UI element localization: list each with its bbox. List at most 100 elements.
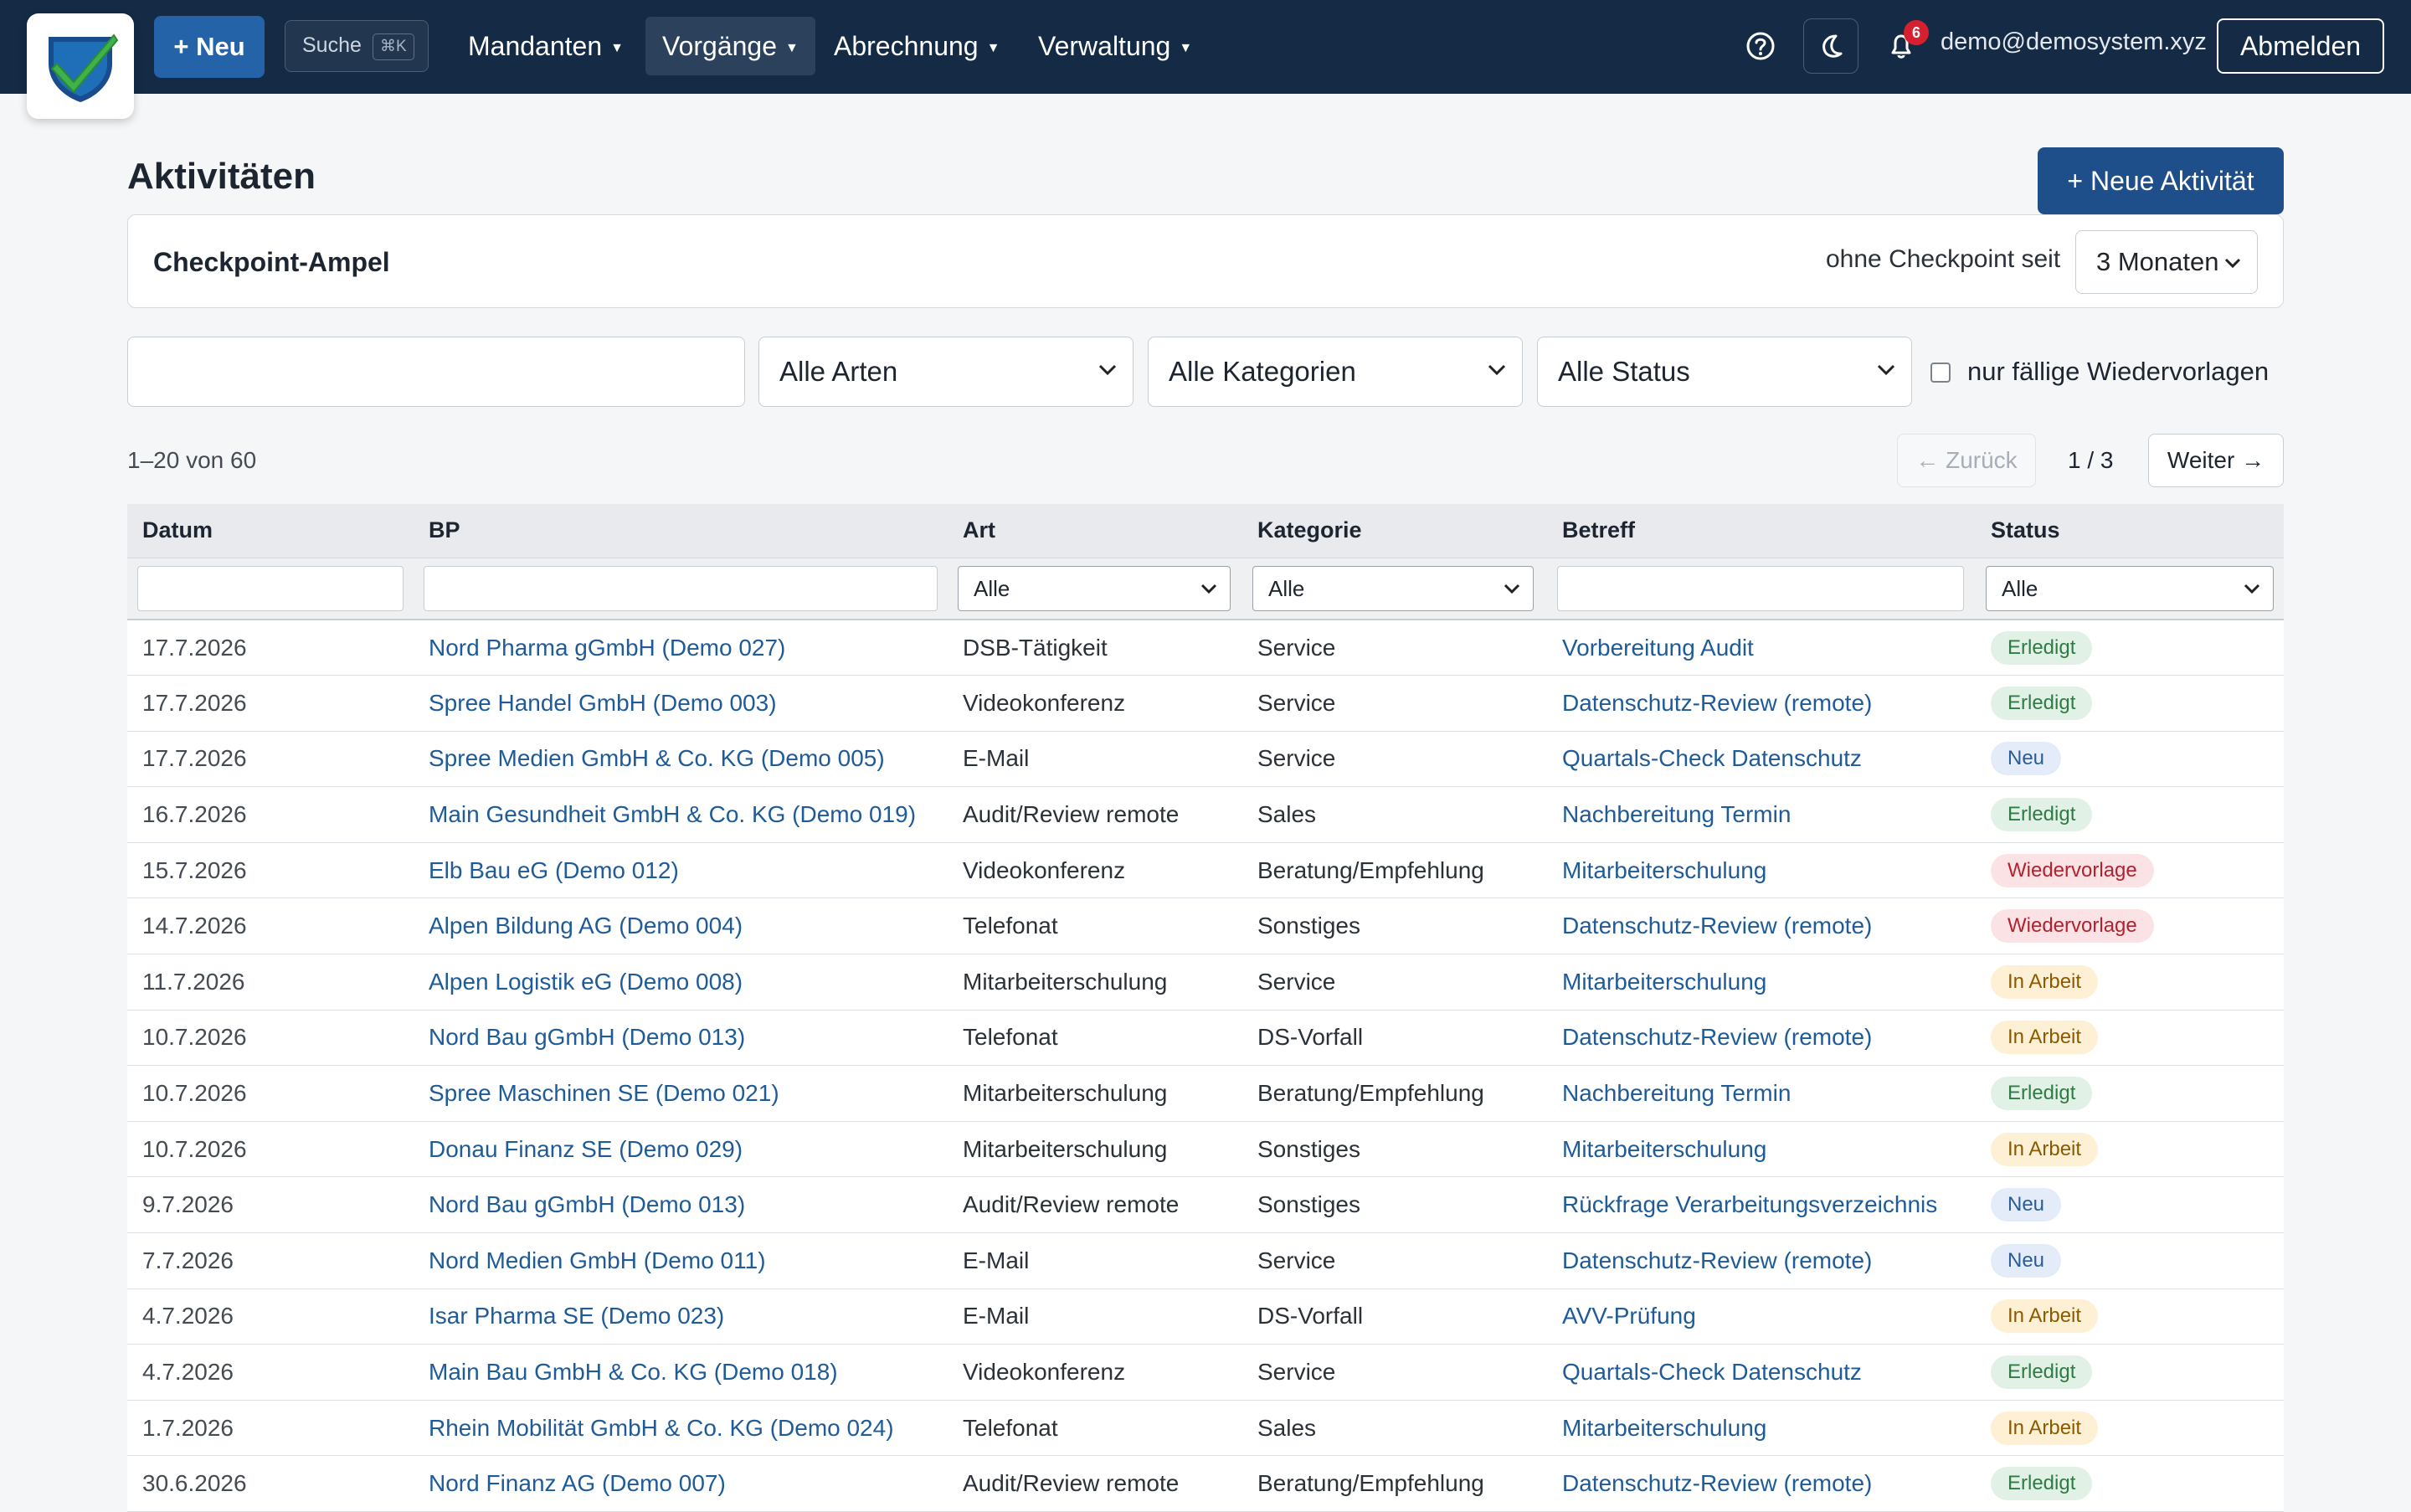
notifications-button[interactable]: 6	[1874, 18, 1929, 74]
due-followups-filter[interactable]: nur fällige Wiedervorlagen	[1930, 357, 2269, 387]
table-row[interactable]: 4.7.2026 Isar Pharma SE (Demo 023) E-Mai…	[127, 1288, 2284, 1345]
search-shortcut-hint: ⌘K	[373, 33, 414, 60]
table-row[interactable]: 1.7.2026 Rhein Mobilität GmbH & Co. KG (…	[127, 1400, 2284, 1456]
nav-vorgaenge[interactable]: Vorgänge ▼	[645, 17, 815, 75]
cell-bp-link[interactable]: Nord Bau gGmbH (Demo 013)	[414, 1010, 948, 1066]
table-row[interactable]: 17.7.2026 Spree Medien GmbH & Co. KG (De…	[127, 731, 2284, 787]
kategorie-filter-value: Alle Kategorien	[1169, 356, 1356, 387]
search-button[interactable]: Suche ⌘K	[285, 20, 429, 72]
table-row[interactable]: 15.7.2026 Elb Bau eG (Demo 012) Videokon…	[127, 842, 2284, 898]
table-row[interactable]: 17.7.2026 Spree Handel GmbH (Demo 003) V…	[127, 675, 2284, 732]
cell-bp-link[interactable]: Elb Bau eG (Demo 012)	[414, 842, 948, 898]
nav-abrechnung[interactable]: Abrechnung ▼	[817, 17, 1016, 75]
cell-bp-link[interactable]: Nord Bau gGmbH (Demo 013)	[414, 1177, 948, 1233]
cell-betreff-link[interactable]: Mitarbeiterschulung	[1547, 954, 1976, 1011]
cell-art: Mitarbeiterschulung	[963, 968, 1168, 995]
kategorie-column-filter-value: Alle	[1268, 575, 1305, 601]
col-header-bp[interactable]: BP	[414, 504, 948, 558]
cell-betreff-link[interactable]: Nachbereitung Termin	[1547, 787, 1976, 843]
search-filter-input[interactable]	[127, 337, 745, 407]
cell-bp-link[interactable]: Rhein Mobilität GmbH & Co. KG (Demo 024)	[414, 1400, 948, 1456]
art-filter-select[interactable]: Alle Arten	[758, 337, 1134, 407]
status-badge: In Arbeit	[1991, 1021, 2099, 1055]
nav-verwaltung[interactable]: Verwaltung ▼	[1021, 17, 1209, 75]
cell-bp-link[interactable]: Nord Pharma gGmbH (Demo 027)	[414, 620, 948, 676]
ampel-period-select[interactable]: 3 Monaten	[2075, 230, 2258, 294]
cell-betreff-link[interactable]: Vorbereitung Audit	[1547, 620, 1976, 676]
cell-betreff-link[interactable]: Datenschutz-Review (remote)	[1547, 1233, 1976, 1289]
cell-bp-link[interactable]: Isar Pharma SE (Demo 023)	[414, 1288, 948, 1345]
cell-bp-link[interactable]: Spree Maschinen SE (Demo 021)	[414, 1066, 948, 1122]
cell-betreff-link[interactable]: Rückfrage Verarbeitungsverzeichnis	[1547, 1177, 1976, 1233]
activities-table: Datum BP Art Kategorie Betreff Status Al…	[127, 504, 2284, 1512]
new-activity-button[interactable]: + Neue Aktivität	[2038, 147, 2284, 214]
cell-betreff-link[interactable]: Nachbereitung Termin	[1547, 1066, 1976, 1122]
cell-kategorie: Service	[1257, 1247, 1336, 1273]
table-row[interactable]: 9.7.2026 Nord Bau gGmbH (Demo 013) Audit…	[127, 1176, 2284, 1233]
table-row[interactable]: 16.7.2026 Main Gesundheit GmbH & Co. KG …	[127, 786, 2284, 843]
col-header-art[interactable]: Art	[948, 504, 1242, 558]
due-followups-checkbox[interactable]	[1930, 363, 1951, 383]
cell-betreff-link[interactable]: Mitarbeiterschulung	[1547, 842, 1976, 898]
col-header-kategorie[interactable]: Kategorie	[1242, 504, 1547, 558]
table-row[interactable]: 4.7.2026 Main Bau GmbH & Co. KG (Demo 01…	[127, 1344, 2284, 1401]
cell-bp-link[interactable]: Main Gesundheit GmbH & Co. KG (Demo 019)	[414, 787, 948, 843]
cell-bp-link[interactable]: Main Bau GmbH & Co. KG (Demo 018)	[414, 1345, 948, 1401]
col-header-betreff[interactable]: Betreff	[1547, 504, 1976, 558]
betreff-column-filter[interactable]	[1557, 565, 1964, 611]
kategorie-column-filter[interactable]: Alle	[1252, 565, 1534, 611]
dark-mode-toggle[interactable]	[1803, 18, 1858, 74]
status-badge: Neu	[1991, 1243, 2062, 1278]
cell-kategorie: Sonstiges	[1257, 913, 1360, 939]
cell-bp-link[interactable]: Nord Medien GmbH (Demo 011)	[414, 1233, 948, 1289]
cell-betreff-link[interactable]: Datenschutz-Review (remote)	[1547, 1456, 1976, 1512]
status-filter-select[interactable]: Alle Status	[1537, 337, 1912, 407]
cell-bp-link[interactable]: Nord Finanz AG (Demo 007)	[414, 1456, 948, 1512]
col-header-status[interactable]: Status	[1976, 504, 2284, 558]
table-row[interactable]: 7.7.2026 Nord Medien GmbH (Demo 011) E-M…	[127, 1232, 2284, 1289]
cell-betreff-link[interactable]: Quartals-Check Datenschutz	[1547, 1345, 1976, 1401]
chevron-down-icon	[2244, 584, 2260, 594]
cell-bp-link[interactable]: Spree Medien GmbH & Co. KG (Demo 005)	[414, 731, 948, 787]
cell-betreff-link[interactable]: Mitarbeiterschulung	[1547, 1400, 1976, 1456]
cell-betreff-link[interactable]: Quartals-Check Datenschutz	[1547, 731, 1976, 787]
cell-art: Videokonferenz	[963, 689, 1126, 716]
prev-page-button[interactable]: ← Zurück	[1897, 434, 2036, 487]
bp-column-filter[interactable]	[424, 565, 938, 611]
col-header-datum[interactable]: Datum	[127, 504, 414, 558]
cell-betreff-link[interactable]: Datenschutz-Review (remote)	[1547, 898, 1976, 954]
new-button[interactable]: + Neu	[154, 16, 265, 78]
next-page-button[interactable]: Weiter →	[2148, 434, 2284, 487]
table-row[interactable]: 10.7.2026 Spree Maschinen SE (Demo 021) …	[127, 1065, 2284, 1122]
status-badge: Erledigt	[1991, 630, 2093, 665]
table-row[interactable]: 14.7.2026 Alpen Bildung AG (Demo 004) Te…	[127, 897, 2284, 954]
table-row[interactable]: 11.7.2026 Alpen Logistik eG (Demo 008) M…	[127, 954, 2284, 1011]
app-logo[interactable]	[27, 13, 134, 119]
help-button[interactable]	[1733, 18, 1788, 74]
table-row[interactable]: 30.6.2026 Nord Finanz AG (Demo 007) Audi…	[127, 1455, 2284, 1512]
cell-bp-link[interactable]: Donau Finanz SE (Demo 029)	[414, 1121, 948, 1177]
cell-kategorie: Beratung/Empfehlung	[1257, 1470, 1484, 1497]
table-row[interactable]: 10.7.2026 Donau Finanz SE (Demo 029) Mit…	[127, 1121, 2284, 1177]
cell-datum: 1.7.2026	[142, 1414, 234, 1441]
status-column-filter[interactable]: Alle	[1986, 565, 2274, 611]
cell-betreff-link[interactable]: Datenschutz-Review (remote)	[1547, 676, 1976, 732]
cell-betreff-link[interactable]: AVV-Prüfung	[1547, 1288, 1976, 1345]
cell-bp-link[interactable]: Spree Handel GmbH (Demo 003)	[414, 676, 948, 732]
datum-column-filter[interactable]	[137, 565, 404, 611]
search-label: Suche	[302, 33, 362, 57]
chevron-down-icon	[1504, 584, 1520, 594]
cell-datum: 17.7.2026	[142, 689, 247, 716]
art-column-filter[interactable]: Alle	[958, 565, 1231, 611]
table-row[interactable]: 17.7.2026 Nord Pharma gGmbH (Demo 027) D…	[127, 620, 2284, 676]
chevron-down-icon	[1098, 364, 1117, 376]
logout-button[interactable]: Abmelden	[2217, 18, 2384, 74]
status-column-filter-value: Alle	[2002, 575, 2038, 601]
cell-betreff-link[interactable]: Datenschutz-Review (remote)	[1547, 1010, 1976, 1066]
cell-bp-link[interactable]: Alpen Bildung AG (Demo 004)	[414, 898, 948, 954]
nav-mandanten[interactable]: Mandanten ▼	[451, 17, 640, 75]
kategorie-filter-select[interactable]: Alle Kategorien	[1148, 337, 1523, 407]
table-row[interactable]: 10.7.2026 Nord Bau gGmbH (Demo 013) Tele…	[127, 1010, 2284, 1066]
cell-bp-link[interactable]: Alpen Logistik eG (Demo 008)	[414, 954, 948, 1011]
cell-betreff-link[interactable]: Mitarbeiterschulung	[1547, 1121, 1976, 1177]
